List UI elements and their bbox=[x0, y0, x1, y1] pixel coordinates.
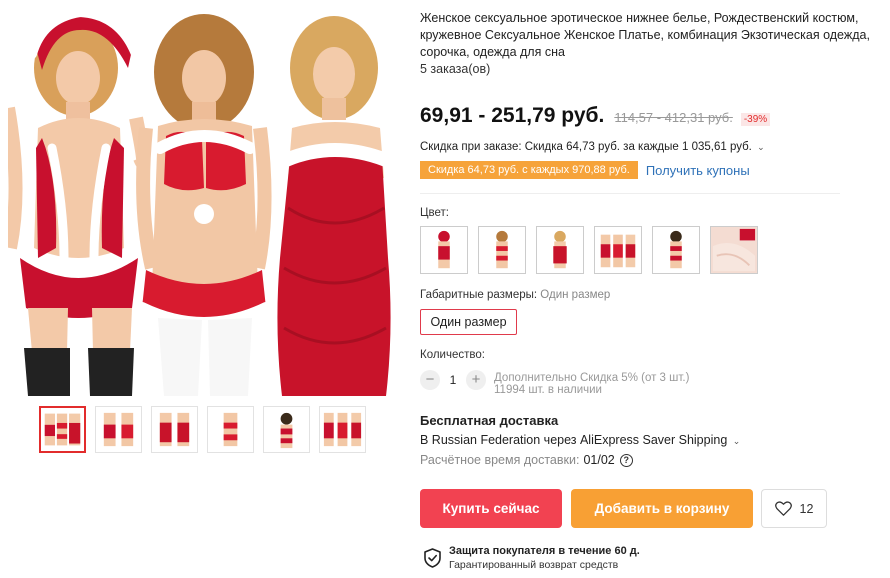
size-label-row: Габаритные размеры: Один размер bbox=[420, 289, 610, 301]
quantity-label: Количество: bbox=[420, 349, 485, 361]
orders-count: 5 заказа(ов) bbox=[420, 62, 491, 76]
store-discount-text: Скидка при заказе: Скидка 64,73 руб. за … bbox=[420, 141, 752, 153]
chevron-down-icon: ⌄ bbox=[732, 436, 741, 446]
thumbnail-image bbox=[320, 407, 365, 452]
shipping-method-text: В Russian Federation через AliExpress Sa… bbox=[420, 433, 728, 447]
size-selected-value: Один размер bbox=[540, 289, 611, 301]
protection-subtitle: Гарантированный возврат средств bbox=[449, 559, 619, 571]
divider bbox=[420, 193, 840, 194]
current-price: 69,91 - 251,79 руб. bbox=[420, 104, 605, 127]
get-coupons-link[interactable]: Получить купоны bbox=[646, 163, 750, 178]
swatch-image bbox=[653, 227, 699, 273]
color-swatch-2[interactable] bbox=[478, 226, 526, 274]
quantity-input[interactable]: 1 bbox=[440, 373, 466, 387]
color-swatch-1[interactable] bbox=[420, 226, 468, 274]
quantity-increase-button[interactable]: + bbox=[466, 370, 486, 390]
color-swatch-5[interactable] bbox=[652, 226, 700, 274]
size-option-one-size[interactable]: Один размер bbox=[420, 309, 517, 335]
shipping-title: Бесплатная доставка bbox=[420, 413, 559, 428]
delivery-eta: Расчётное время доставки: 01/02 ? bbox=[420, 453, 633, 467]
discount-badge: -39% bbox=[740, 113, 771, 126]
swatch-image bbox=[537, 227, 583, 273]
thumbnail-image bbox=[41, 408, 84, 451]
thumbnail-5[interactable] bbox=[263, 406, 310, 453]
thumbnail-6[interactable] bbox=[319, 406, 366, 453]
color-swatch-4[interactable] bbox=[594, 226, 642, 274]
heart-icon bbox=[774, 501, 792, 516]
stock-count: 11994 шт. в наличии bbox=[494, 384, 602, 396]
protection-text: Защита покупателя в течение 60 д. Гарант… bbox=[449, 544, 640, 572]
price-row: 69,91 - 251,79 руб. 114,57 - 412,31 руб.… bbox=[420, 104, 771, 128]
wishlist-count: 12 bbox=[799, 501, 814, 516]
quantity-decrease-button[interactable]: − bbox=[420, 370, 440, 390]
eta-label: Расчётное время доставки: bbox=[420, 453, 580, 467]
shield-check-icon bbox=[424, 548, 441, 568]
thumbnail-image bbox=[208, 407, 253, 452]
wishlist-button[interactable]: 12 bbox=[761, 489, 827, 528]
bulk-discount-note: Дополнительно Скидка 5% (от 3 шт.) bbox=[494, 372, 690, 384]
color-swatch-6[interactable] bbox=[710, 226, 758, 274]
thumbnail-1[interactable] bbox=[39, 406, 86, 453]
thumbnail-strip bbox=[39, 406, 366, 453]
coupon-tag: Скидка 64,73 руб. с каждых 970,88 руб. bbox=[420, 161, 638, 179]
shipping-method-selector[interactable]: В Russian Federation через AliExpress Sa… bbox=[420, 433, 740, 447]
chevron-down-icon: ⌄ bbox=[757, 142, 765, 152]
protection-title: Защита покупателя в течение 60 д. bbox=[449, 545, 640, 557]
eta-value: 01/02 bbox=[583, 453, 615, 467]
size-label: Габаритные размеры: bbox=[420, 289, 538, 301]
swatch-image bbox=[711, 227, 757, 273]
quantity-stepper: − 1 + bbox=[420, 370, 486, 390]
help-icon[interactable]: ? bbox=[619, 453, 633, 467]
buyer-protection: Защита покупателя в течение 60 д. Гарант… bbox=[424, 544, 640, 572]
product-photo-illustration bbox=[8, 8, 396, 396]
swatch-image bbox=[479, 227, 525, 273]
color-swatches bbox=[420, 226, 758, 274]
thumbnail-image bbox=[264, 407, 309, 452]
color-swatch-3[interactable] bbox=[536, 226, 584, 274]
color-label: Цвет: bbox=[420, 207, 449, 219]
thumbnail-3[interactable] bbox=[151, 406, 198, 453]
product-main-image[interactable] bbox=[8, 8, 396, 396]
add-to-cart-button[interactable]: Добавить в корзину bbox=[571, 489, 753, 528]
quantity-notes: Дополнительно Скидка 5% (от 3 шт.) 11994… bbox=[494, 372, 689, 396]
swatch-image bbox=[595, 227, 641, 273]
swatch-image bbox=[421, 227, 467, 273]
coupon-row: Скидка 64,73 руб. с каждых 970,88 руб. П… bbox=[420, 161, 750, 179]
thumbnail-image bbox=[96, 407, 141, 452]
thumbnail-4[interactable] bbox=[207, 406, 254, 453]
thumbnail-2[interactable] bbox=[95, 406, 142, 453]
thumbnail-image bbox=[152, 407, 197, 452]
old-price: 114,57 - 412,31 руб. bbox=[614, 110, 733, 125]
store-discount-info[interactable]: Скидка при заказе: Скидка 64,73 руб. за … bbox=[420, 141, 765, 153]
product-title: Женское сексуальное эротическое нижнее б… bbox=[420, 11, 870, 59]
buy-now-button[interactable]: Купить сейчас bbox=[420, 489, 562, 528]
